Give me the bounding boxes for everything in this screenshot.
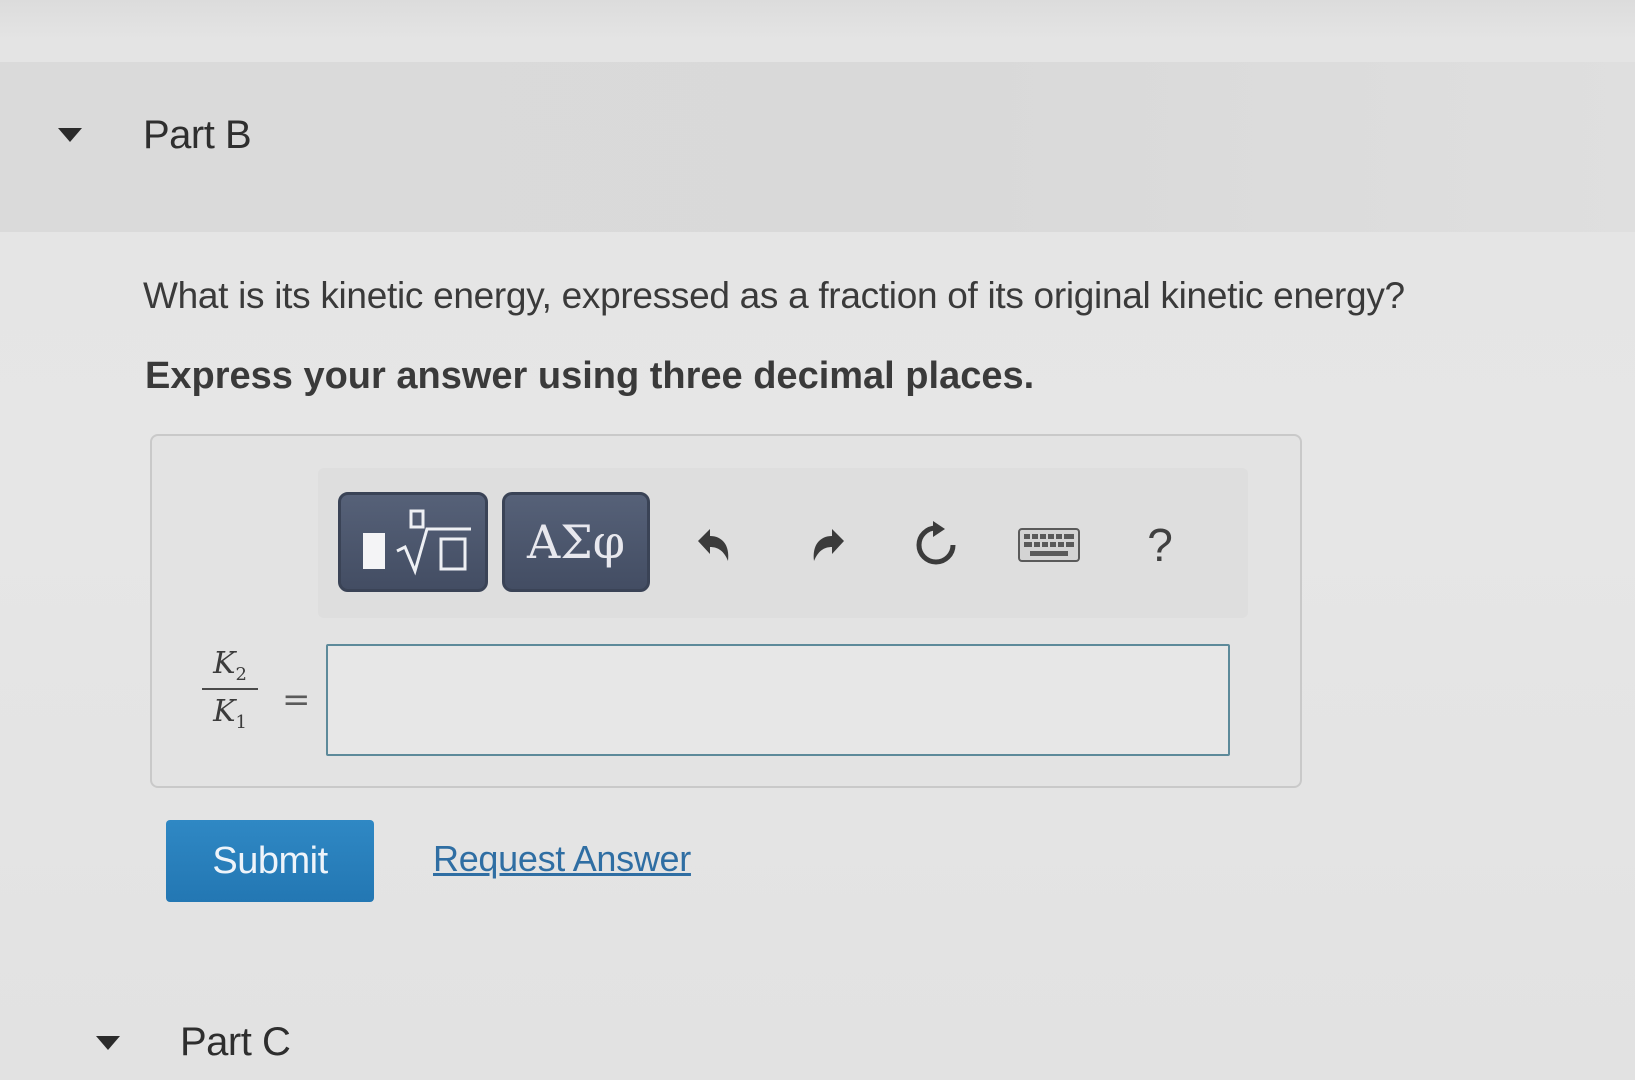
submit-button[interactable]: Submit [166,820,374,902]
fraction-bar [202,688,258,690]
templates-button[interactable] [338,492,488,592]
redo-icon[interactable] [800,515,860,575]
help-button[interactable]: ? [1130,515,1190,575]
fraction-numerator: K2 [213,646,247,685]
undo-icon[interactable] [682,515,742,575]
greek-symbols-button[interactable]: ΑΣφ [502,492,650,592]
answer-input[interactable] [326,644,1230,756]
request-answer-link[interactable]: Request Answer [433,838,691,880]
sqrt-template-icon [396,509,471,576]
part-b-title[interactable]: Part B [143,113,252,158]
equals-sign: = [282,680,311,720]
answer-label-fraction: K2 K1 [198,646,262,734]
expand-caret-icon[interactable] [96,1036,120,1050]
instruction-text: Express your answer using three decimal … [145,355,1035,397]
page: Part B What is its kinetic energy, expre… [0,0,1635,1080]
collapse-caret-icon[interactable] [58,128,82,142]
question-text: What is its kinetic energy, expressed as… [143,275,1405,316]
reset-icon[interactable] [906,515,966,575]
part-c-title[interactable]: Part C [180,1020,291,1065]
fraction-denominator: K1 [213,694,247,733]
template-square-icon [363,533,385,569]
keyboard-icon[interactable] [1016,515,1082,575]
